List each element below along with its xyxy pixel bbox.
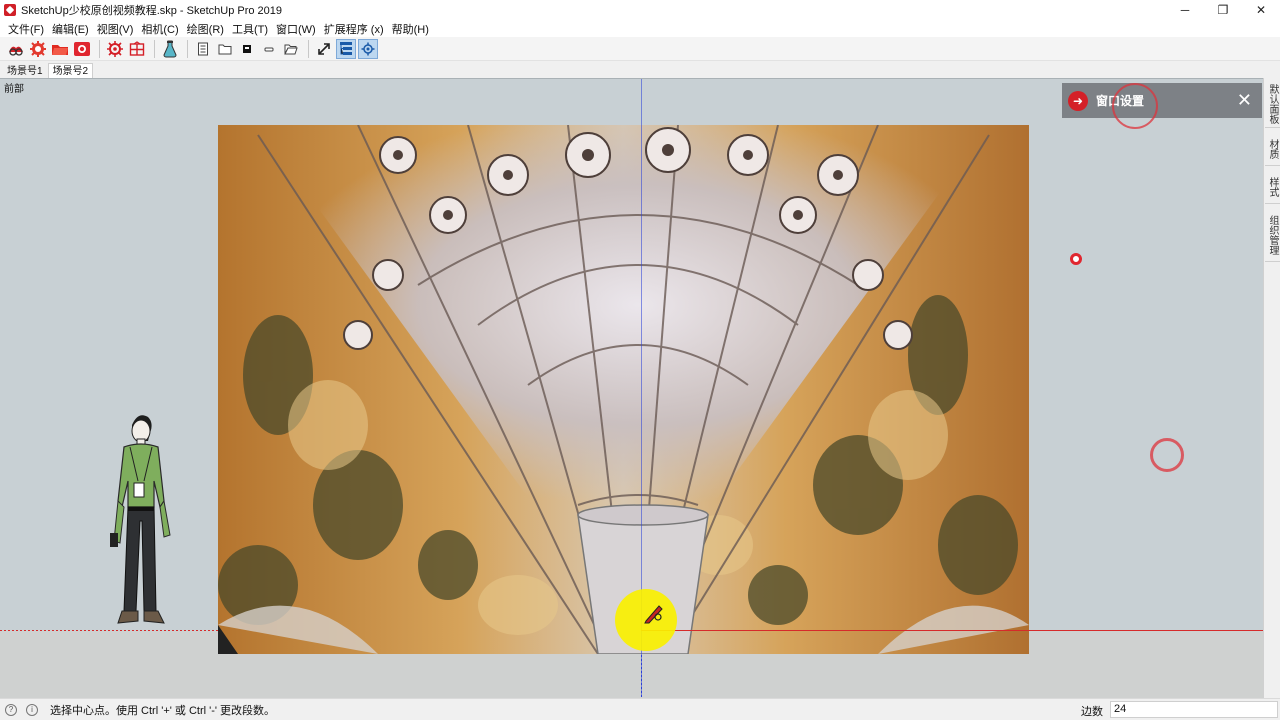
close-button[interactable]: ✕ [1242, 0, 1280, 20]
pencil-cursor-icon [644, 605, 663, 624]
menu-file[interactable]: 文件(F) [4, 21, 48, 37]
diagonal-arrow-icon[interactable] [314, 39, 334, 59]
tray-tab-materials[interactable]: 材质 [1265, 132, 1280, 166]
small-gear-icon[interactable] [358, 38, 378, 59]
flask-icon[interactable] [160, 39, 180, 59]
default-tray: 默认面板 材质 样式 组织管理 [1263, 78, 1280, 698]
arrow-right-icon: ➜ [1068, 90, 1088, 111]
click-dot-indicator [1070, 253, 1082, 265]
menu-bar: 文件(F) 编辑(E) 视图(V) 相机(C) 绘图(R) 工具(T) 窗口(W… [0, 20, 1280, 37]
status-bar: ? i 选择中心点。使用 Ctrl '+' 或 Ctrl '-' 更改段数。 边… [0, 698, 1280, 720]
folder-icon[interactable] [215, 39, 235, 59]
scale-figure[interactable] [104, 411, 180, 633]
dash-icon[interactable] [259, 39, 279, 59]
toolbar-separator [99, 39, 100, 58]
open-folder-icon[interactable] [50, 39, 70, 59]
menu-camera[interactable]: 相机(C) [137, 21, 182, 37]
minimize-button[interactable]: ─ [1166, 0, 1204, 20]
toolbar-separator [187, 39, 188, 58]
open-folder-outline-icon[interactable] [281, 39, 301, 59]
click-ring-indicator [1112, 83, 1158, 129]
menu-help[interactable]: 帮助(H) [388, 21, 433, 37]
measurements-input[interactable]: 24 [1110, 701, 1278, 718]
extension-manager-icon[interactable] [28, 39, 48, 59]
black-square-icon[interactable] [237, 39, 257, 59]
toolbar [0, 37, 1280, 61]
scene-tabs: 场景号1 场景号2 [0, 61, 1280, 78]
sketchup-logo-icon [4, 4, 16, 16]
view-name-label: 前部 [4, 84, 24, 95]
geolocation-icon[interactable]: ? [5, 703, 17, 716]
red-axis [641, 630, 1263, 631]
menu-extensions[interactable]: 扩展程序 (x) [320, 21, 388, 37]
toolbar-separator [154, 39, 155, 58]
restore-button[interactable]: ❐ [1204, 0, 1242, 20]
document-icon[interactable] [193, 39, 213, 59]
image-texture-plane[interactable] [218, 125, 1029, 654]
window-title: SketchUp少校原创视频教程.skp - SketchUp Pro 2019 [21, 5, 283, 17]
window-settings-panel[interactable]: ➜ 窗口设置 ✕ [1062, 83, 1262, 118]
menu-tools[interactable]: 工具(T) [228, 21, 272, 37]
menu-edit[interactable]: 编辑(E) [48, 21, 93, 37]
tray-tab-default-panel[interactable]: 默认面板 [1265, 80, 1280, 128]
scene-tab-2[interactable]: 场景号2 [47, 63, 94, 78]
tray-tab-outliner[interactable]: 组织管理 [1265, 208, 1280, 262]
settings-gear-icon[interactable] [105, 39, 125, 59]
toolbar-separator [308, 39, 309, 58]
title-bar: SketchUp少校原创视频教程.skp - SketchUp Pro 2019… [0, 0, 1280, 20]
menu-window[interactable]: 窗口(W) [272, 21, 320, 37]
component-grid-icon[interactable] [127, 39, 147, 59]
tray-tab-styles[interactable]: 样式 [1265, 170, 1280, 204]
camera-icon[interactable] [72, 39, 92, 59]
info-icon[interactable]: i [26, 703, 38, 716]
drawing-viewport[interactable]: 前部 ➜ 窗口设置 ✕ [0, 78, 1263, 698]
click-ring-indicator [1150, 438, 1184, 472]
measurements-label: 边数 [1081, 706, 1103, 718]
window-controls: ─ ❐ ✕ [1166, 0, 1280, 20]
menu-draw[interactable]: 绘图(R) [183, 21, 228, 37]
scene-tab-1[interactable]: 场景号1 [2, 63, 48, 78]
menu-view[interactable]: 视图(V) [93, 21, 138, 37]
status-message: 选择中心点。使用 Ctrl '+' 或 Ctrl '-' 更改段数。 [50, 704, 276, 717]
outliner-icon[interactable] [336, 38, 356, 59]
panel-close-icon[interactable]: ✕ [1237, 89, 1252, 111]
3d-warehouse-icon[interactable] [6, 39, 26, 59]
